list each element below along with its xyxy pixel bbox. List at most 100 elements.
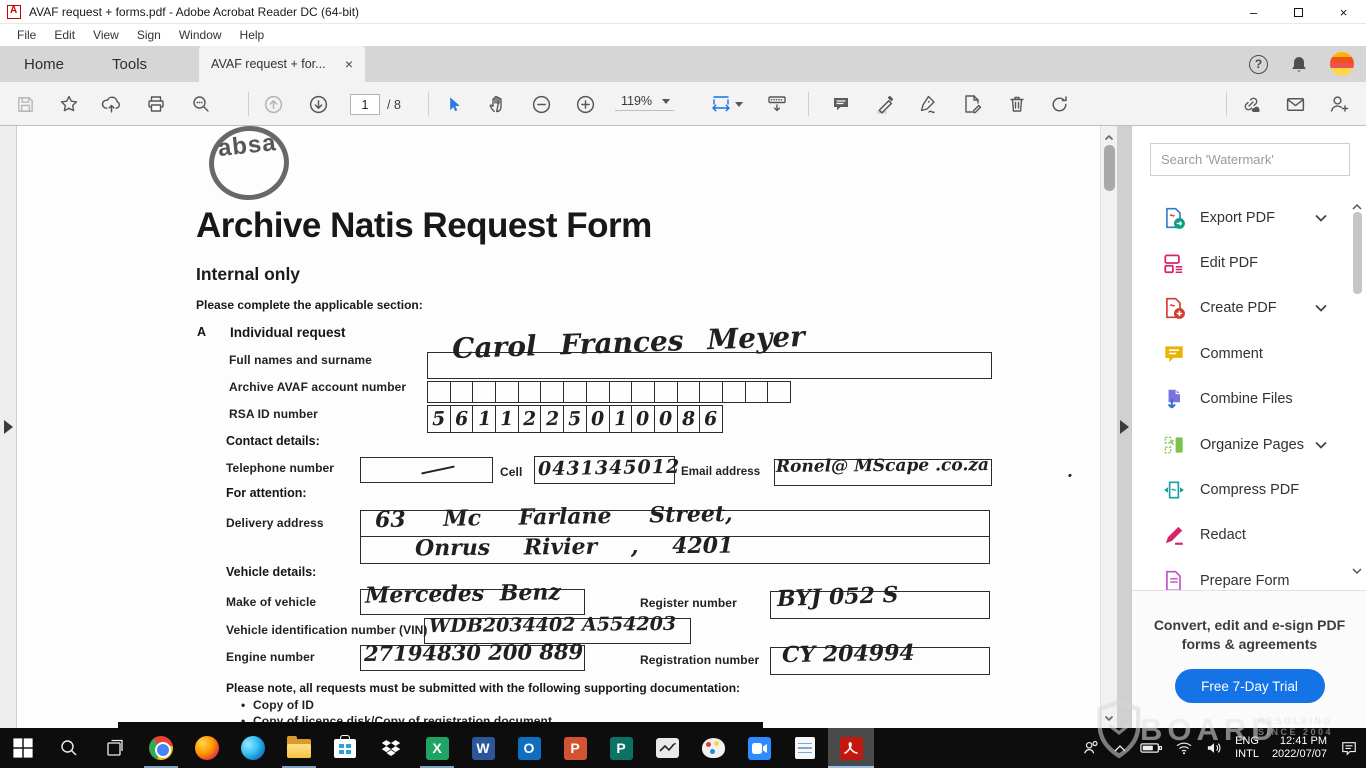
taskbar-word-icon[interactable]: W <box>460 728 506 768</box>
taskbar-notepad-icon[interactable] <box>782 728 828 768</box>
battery-icon[interactable] <box>1140 741 1162 755</box>
zoom-in-icon[interactable] <box>574 93 596 115</box>
scroll-down-icon[interactable] <box>1104 710 1114 720</box>
panel-tool-create-pdf[interactable]: Create PDF <box>1132 286 1366 331</box>
tray-hidden-icons-chevron[interactable] <box>1113 743 1127 753</box>
minimize-button[interactable]: – <box>1231 0 1276 24</box>
action-center-icon[interactable] <box>1340 740 1358 756</box>
menu-edit[interactable]: Edit <box>45 25 84 45</box>
panel-tool-edit-pdf[interactable]: Edit PDF <box>1132 240 1366 285</box>
highlight-tool-icon[interactable] <box>873 93 895 115</box>
close-button[interactable]: × <box>1321 0 1366 24</box>
taskbar-powerpoint-icon[interactable]: P <box>552 728 598 768</box>
maximize-button[interactable] <box>1276 0 1321 24</box>
send-email-icon[interactable] <box>1284 93 1306 115</box>
request-signatures-icon[interactable] <box>1328 93 1350 115</box>
start-button[interactable] <box>0 728 46 768</box>
language-indicator[interactable]: ENG INTL <box>1235 735 1259 761</box>
combine-files-icon <box>1162 387 1186 411</box>
task-view-icon[interactable] <box>92 728 138 768</box>
comment-icon <box>1162 342 1186 366</box>
taskbar-publisher-icon[interactable]: P <box>598 728 644 768</box>
compress-pdf-icon <box>1162 478 1186 502</box>
panel-tool-compress-pdf[interactable]: Compress PDF <box>1132 467 1366 512</box>
contact-heading: Contact details: <box>226 434 320 448</box>
print-icon[interactable] <box>145 93 167 115</box>
panel-tool-comment[interactable]: Comment <box>1132 331 1366 376</box>
taskbar-search-icon[interactable] <box>46 728 92 768</box>
help-icon[interactable]: ? <box>1249 55 1268 74</box>
taskbar-zoom-icon[interactable] <box>736 728 782 768</box>
star-icon[interactable] <box>58 93 80 115</box>
free-trial-button[interactable]: Free 7-Day Trial <box>1175 669 1325 703</box>
tray-people-icon[interactable] <box>1082 739 1100 757</box>
taskbar-outlook-icon[interactable]: O <box>506 728 552 768</box>
next-page-icon[interactable] <box>307 93 329 115</box>
menu-view[interactable]: View <box>84 25 128 45</box>
tab-tools[interactable]: Tools <box>88 46 171 82</box>
menu-window[interactable]: Window <box>170 25 231 45</box>
panel-tool-export-pdf[interactable]: Export PDF <box>1132 195 1366 240</box>
vin-value: WDB2034402 A554203 <box>429 613 676 637</box>
hand-tool-icon[interactable] <box>486 93 508 115</box>
panel-tool-organize-pages[interactable]: Organize Pages <box>1132 422 1366 467</box>
tab-home[interactable]: Home <box>0 46 88 82</box>
make-label: Make of vehicle <box>226 595 316 609</box>
taskbar-chrome-icon[interactable] <box>138 728 184 768</box>
taskbar-edge-icon[interactable] <box>230 728 276 768</box>
tools-search-input[interactable] <box>1150 143 1350 176</box>
zoom-level-control[interactable]: 119% <box>615 94 674 111</box>
document-area: absa Archive Natis Request Form Internal… <box>0 126 1130 728</box>
volume-icon[interactable] <box>1206 741 1222 755</box>
telephone-dash <box>421 465 455 474</box>
taskbar-excel-icon[interactable]: X <box>414 728 460 768</box>
taskbar-paint-icon[interactable] <box>690 728 736 768</box>
redact-icon <box>1162 523 1186 547</box>
share-link-icon[interactable] <box>1240 93 1262 115</box>
save-icon[interactable] <box>14 93 36 115</box>
scrollbar-thumb[interactable] <box>1104 145 1115 191</box>
edit-pdf-tool-icon[interactable] <box>961 93 983 115</box>
panel-tool-prepare-form[interactable]: Prepare Form <box>1132 558 1366 590</box>
previous-page-icon[interactable] <box>262 93 284 115</box>
page-number-input[interactable] <box>350 94 380 115</box>
panel-scroll-down-icon[interactable] <box>1351 564 1363 576</box>
expand-nav-pane-icon[interactable] <box>4 420 13 434</box>
document-scrollbar[interactable] <box>1100 126 1117 728</box>
engine-label: Engine number <box>226 650 315 664</box>
taskbar-acrobat-icon[interactable] <box>828 728 874 768</box>
panel-tool-redact[interactable]: Redact <box>1132 513 1366 558</box>
taskbar-file-explorer-icon[interactable] <box>276 728 322 768</box>
search-icon[interactable] <box>190 93 212 115</box>
panel-scrollbar-thumb[interactable] <box>1353 212 1362 294</box>
tab-close-icon[interactable]: × <box>341 56 357 72</box>
rotate-pages-icon[interactable] <box>1048 93 1070 115</box>
organize-pages-icon <box>1162 433 1186 457</box>
menu-sign[interactable]: Sign <box>128 25 170 45</box>
taskbar-store-icon[interactable] <box>322 728 368 768</box>
fill-sign-icon[interactable] <box>916 93 938 115</box>
clock[interactable]: 12:41 PM 2022/07/07 <box>1272 735 1327 761</box>
delete-pages-icon[interactable] <box>1006 93 1028 115</box>
share-cloud-icon[interactable] <box>100 93 122 115</box>
panel-tool-combine-files[interactable]: Combine Files <box>1132 377 1366 422</box>
taskbar-video-editor-icon[interactable] <box>644 728 690 768</box>
menu-help[interactable]: Help <box>231 25 274 45</box>
tool-label: Redact <box>1200 527 1366 543</box>
tab-document[interactable]: AVAF request + for... × <box>199 46 365 82</box>
zoom-out-icon[interactable] <box>530 93 552 115</box>
taskbar-firefox-icon[interactable] <box>184 728 230 768</box>
panel-scroll-up-icon[interactable] <box>1351 200 1363 212</box>
notifications-bell-icon[interactable] <box>1290 55 1308 74</box>
page-display-icon[interactable] <box>766 93 788 115</box>
select-tool-icon[interactable] <box>442 93 464 115</box>
expand-tools-pane-icon[interactable] <box>1120 420 1129 434</box>
bullet-copy-id: Copy of ID <box>253 698 314 712</box>
menu-file[interactable]: File <box>8 25 45 45</box>
comment-tool-icon[interactable] <box>830 93 852 115</box>
wifi-icon[interactable] <box>1175 741 1193 755</box>
fit-width-icon[interactable] <box>710 93 732 115</box>
taskbar-dropbox-icon[interactable] <box>368 728 414 768</box>
account-avatar[interactable] <box>1330 52 1354 76</box>
scroll-up-icon[interactable] <box>1104 130 1114 140</box>
